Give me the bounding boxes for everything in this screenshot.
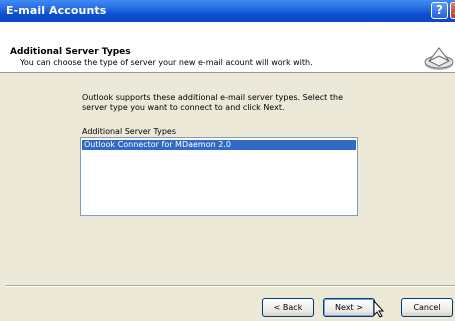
next-button[interactable]: Next > bbox=[323, 298, 375, 317]
server-types-listbox[interactable]: Outlook Connector for MDaemon 2.0 bbox=[80, 137, 358, 216]
mouse-cursor-icon bbox=[373, 300, 385, 318]
window-title: E-mail Accounts bbox=[6, 4, 107, 17]
help-button[interactable]: ? bbox=[431, 2, 448, 19]
description-text: Outlook supports these additional e-mail… bbox=[82, 93, 343, 112]
back-button[interactable]: < Back bbox=[262, 298, 314, 317]
envelope-wizard-icon bbox=[424, 47, 454, 70]
page-title: Additional Server Types bbox=[10, 47, 131, 57]
footer-divider bbox=[6, 285, 455, 287]
page-subtitle: You can choose the type of server your n… bbox=[20, 58, 313, 67]
cancel-button[interactable]: Cancel bbox=[401, 298, 453, 317]
close-button[interactable]: X bbox=[450, 2, 455, 19]
list-item[interactable]: Outlook Connector for MDaemon 2.0 bbox=[82, 140, 356, 150]
title-bar: E-mail Accounts ? X bbox=[0, 0, 455, 22]
list-label: Additional Server Types bbox=[82, 127, 177, 136]
